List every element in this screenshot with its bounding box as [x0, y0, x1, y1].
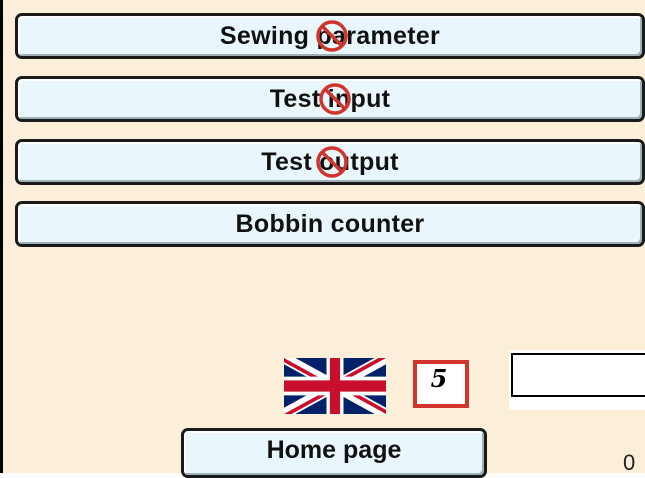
prohibited-icon	[319, 83, 351, 115]
main-panel: Sewing parameter Test input Test output …	[0, 0, 645, 478]
prohibited-icon	[316, 20, 348, 52]
info-field	[509, 350, 645, 410]
test-input-button[interactable]: Test input	[15, 76, 645, 122]
prohibited-icon	[316, 146, 348, 178]
test-output-button[interactable]: Test output	[15, 139, 645, 185]
home-page-label: Home page	[266, 435, 402, 464]
language-code-box[interactable]: 5	[413, 360, 469, 408]
info-field-box	[511, 353, 645, 397]
counter-value: 0	[623, 450, 636, 475]
home-page-button[interactable]: Home page	[181, 428, 487, 478]
bobbin-counter-label: Bobbin counter	[235, 209, 425, 238]
bobbin-counter-button[interactable]: Bobbin counter	[15, 201, 645, 247]
sewing-parameter-button[interactable]: Sewing parameter	[15, 13, 645, 59]
language-code: 5	[430, 363, 448, 393]
uk-flag-icon[interactable]	[284, 358, 386, 414]
